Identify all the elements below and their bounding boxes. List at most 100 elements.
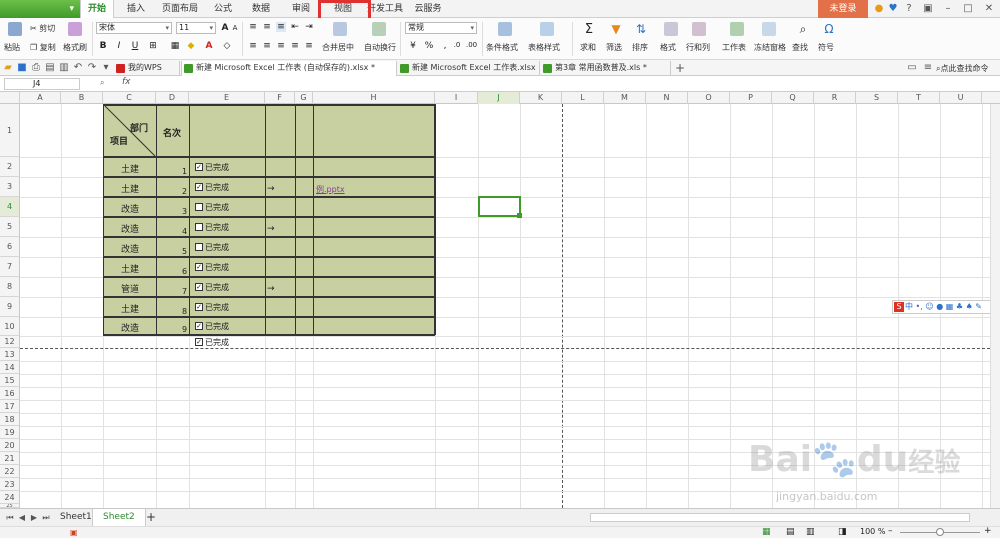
column-header[interactable]: F [265, 92, 295, 104]
shirt-icon[interactable]: ♥ [887, 3, 899, 15]
column-header[interactable]: E [189, 92, 265, 104]
align-left-icon[interactable]: ≡ [248, 41, 258, 51]
bold-button[interactable]: B [98, 41, 108, 51]
row-header[interactable]: 16 [0, 387, 20, 400]
ime-toolbar[interactable]: S中 •, ☺ ● ▦ ♣ ♠ ✎ [892, 300, 1000, 314]
row-header[interactable]: 20 [0, 439, 20, 452]
first-sheet-icon[interactable]: ⏮ [4, 512, 16, 524]
completed-checkbox[interactable] [195, 243, 203, 251]
align-right-icon[interactable]: ≡ [276, 41, 286, 51]
tab-home[interactable]: 开始 [80, 0, 114, 18]
macro-record-icon[interactable]: ▣ [70, 528, 78, 537]
tab-formulas[interactable]: 公式 [208, 0, 238, 18]
row-header[interactable]: 12 [0, 336, 20, 348]
completed-checkbox[interactable]: ✓ [195, 303, 203, 311]
conditional-format-button[interactable]: 条件格式 [486, 42, 518, 53]
cut-button[interactable]: ✂ 剪切 [30, 23, 55, 34]
font-size-select[interactable]: 11 ▾ [176, 22, 216, 34]
column-header[interactable]: D [156, 92, 189, 104]
selected-cell-j4[interactable] [478, 196, 521, 217]
tab-review[interactable]: 审阅 [286, 0, 316, 18]
new-tab-button[interactable]: + [674, 62, 686, 74]
completed-checkbox[interactable]: ✓ [195, 283, 203, 291]
horizontal-scrollbar[interactable] [590, 513, 970, 522]
column-header[interactable]: O [688, 92, 730, 104]
column-header[interactable]: A [20, 92, 61, 104]
select-all-corner[interactable] [0, 92, 20, 104]
indent-icon[interactable]: ⇤ [290, 22, 300, 32]
row-header[interactable]: 2 [0, 157, 20, 177]
number-format-select[interactable]: 常规 ▾ [405, 22, 477, 34]
prev-sheet-icon[interactable]: ◀ [16, 512, 28, 524]
customize-qat-icon[interactable]: ▾ [100, 62, 112, 74]
page-layout-view-icon[interactable]: ▤ [786, 527, 795, 537]
column-header[interactable]: Q [772, 92, 814, 104]
column-header[interactable]: L [562, 92, 604, 104]
symbol-button[interactable]: 符号 [818, 42, 834, 53]
zoom-level[interactable]: 100 % [860, 527, 885, 536]
copy-button[interactable]: ❐ 复制 [30, 42, 56, 53]
wps-logo-button[interactable]: ▾ [0, 0, 80, 18]
column-header-selected[interactable]: J [478, 92, 520, 104]
tab-list-icon[interactable]: ▭ [906, 62, 918, 74]
italic-button[interactable]: I [114, 41, 124, 51]
row-header[interactable]: 14 [0, 361, 20, 374]
find-command-button[interactable]: ⌕点此查找命令 [936, 63, 988, 74]
outdent-icon[interactable]: ⇥ [304, 22, 314, 32]
doc-tab-chapter3[interactable]: 第3章 常用函数普及.xls * [541, 61, 671, 76]
zoom-in-icon[interactable]: + [984, 526, 992, 536]
column-header[interactable]: H [313, 92, 435, 104]
row-header[interactable]: 17 [0, 400, 20, 413]
column-header[interactable]: I [435, 92, 478, 104]
font-grow-icon[interactable]: A [220, 23, 230, 33]
row-header[interactable]: 3 [0, 177, 20, 197]
column-header[interactable]: R [814, 92, 856, 104]
doc-tab-new-workbook[interactable]: 新建 Microsoft Excel 工作表.xlsx [398, 61, 540, 76]
print-preview-icon[interactable]: ▤ [44, 62, 56, 74]
completed-checkbox[interactable]: ✓ [195, 263, 203, 271]
column-header[interactable]: G [295, 92, 313, 104]
decrease-decimal-icon[interactable]: .00 [466, 41, 477, 49]
zoom-formula-icon[interactable]: ⌕ [100, 78, 104, 88]
close-icon[interactable]: ✕ [983, 3, 995, 15]
merge-cells-icon[interactable]: ▦ [170, 41, 180, 51]
tab-page-layout[interactable]: 页面布局 [158, 0, 202, 18]
sort-button[interactable]: 排序 [632, 42, 648, 53]
completed-checkbox[interactable] [195, 223, 203, 231]
completed-checkbox[interactable] [195, 203, 203, 211]
filter-button[interactable]: 筛选 [606, 42, 622, 53]
merge-center-button[interactable]: 合并居中 [322, 42, 354, 53]
normal-view-icon[interactable]: ▦ [762, 527, 771, 537]
align-center-icon[interactable]: ≡ [262, 41, 272, 51]
distributed-icon[interactable]: ≡ [304, 41, 314, 51]
zoom-slider-thumb[interactable] [936, 528, 944, 536]
font-color-button[interactable]: A [204, 41, 214, 51]
column-header[interactable]: T [898, 92, 940, 104]
paste-button[interactable]: 粘贴 [4, 42, 20, 53]
completed-checkbox[interactable]: ✓ [195, 183, 203, 191]
clear-format-icon[interactable]: ◇ [222, 41, 232, 51]
completed-checkbox[interactable]: ✓ [195, 338, 203, 346]
find-button[interactable]: 查找 [792, 42, 808, 53]
column-header[interactable]: C [103, 92, 156, 104]
window-restore-icon[interactable]: ▣ [922, 3, 934, 15]
row-header[interactable]: 23 [0, 478, 20, 491]
thousands-icon[interactable]: , [440, 41, 450, 51]
add-sheet-button[interactable]: + [136, 509, 166, 526]
tab-cloud[interactable]: 云服务 [410, 0, 446, 18]
border-icon[interactable]: ⊞ [148, 41, 158, 51]
login-button[interactable]: 未登录 [818, 0, 868, 18]
completed-checkbox[interactable]: ✓ [195, 163, 203, 171]
sum-button[interactable]: 求和 [580, 42, 596, 53]
fx-button[interactable]: fx [122, 77, 131, 87]
column-header[interactable]: N [646, 92, 688, 104]
column-header[interactable]: S [856, 92, 898, 104]
column-header[interactable]: B [61, 92, 103, 104]
open-folder-icon[interactable]: ▰ [2, 62, 14, 74]
row-header[interactable]: 18 [0, 413, 20, 426]
row-header[interactable]: 21 [0, 452, 20, 465]
next-sheet-icon[interactable]: ▶ [28, 512, 40, 524]
completed-checkbox[interactable]: ✓ [195, 322, 203, 330]
reading-mode-icon[interactable]: ◨ [838, 527, 847, 537]
redo-icon[interactable]: ↷ [86, 62, 98, 74]
